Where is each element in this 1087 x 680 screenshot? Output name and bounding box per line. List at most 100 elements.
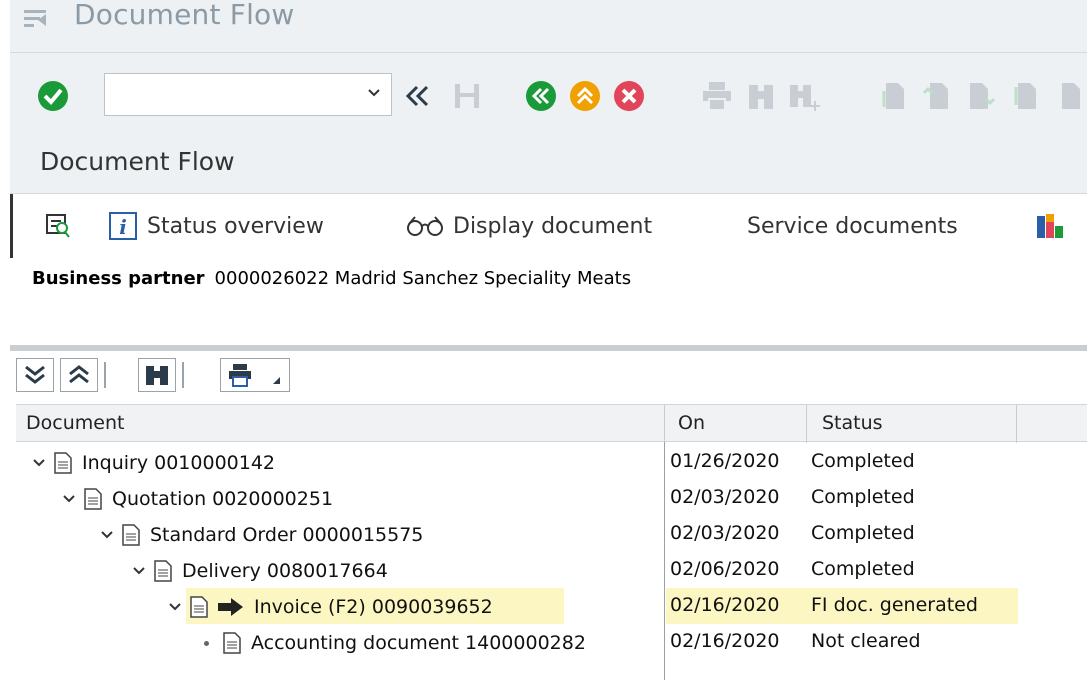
cancel-button[interactable] <box>612 79 646 113</box>
business-partner-label: Business partner <box>32 268 205 289</box>
document-date: 01/26/2020 <box>670 450 780 472</box>
chevron-down-icon[interactable] <box>367 86 381 100</box>
arrow-right-icon <box>218 598 243 616</box>
document-label: Inquiry 0010000142 <box>82 452 276 474</box>
tree-row-selected[interactable]: Invoice (F2) 0090039652 02/16/2020 FI do… <box>16 588 1087 624</box>
document-status: FI doc. generated <box>811 594 978 616</box>
tree-header: Document On Status <box>16 404 1087 443</box>
column-header-on[interactable]: On <box>678 412 705 434</box>
previous-page-icon <box>922 83 948 109</box>
next-page-icon <box>970 83 996 109</box>
checkmark-icon <box>38 81 68 111</box>
business-partner-value: 0000026022 Madrid Sanchez Speciality Mea… <box>214 268 632 289</box>
svg-text:i: i <box>119 215 127 239</box>
expand-all-button[interactable] <box>16 358 54 392</box>
column-separator[interactable] <box>664 405 665 443</box>
document-status: Completed <box>811 450 915 472</box>
leaf-bullet-icon <box>204 640 209 646</box>
bar-chart-icon <box>1037 214 1063 238</box>
tree-find-button[interactable] <box>138 358 176 392</box>
document-icon <box>54 452 72 474</box>
tree-row[interactable]: Quotation 0020000251 02/03/2020 Complete… <box>16 480 1087 516</box>
document-date: 02/16/2020 <box>670 594 780 616</box>
document-date: 02/16/2020 <box>670 630 780 652</box>
menu-icon[interactable] <box>24 8 46 28</box>
display-document-label: Display document <box>453 213 653 239</box>
chevron-down-icon[interactable] <box>100 528 114 542</box>
collapse-toolbar-button[interactable] <box>400 79 434 113</box>
binoculars-icon <box>146 366 168 385</box>
back-button[interactable] <box>524 79 558 113</box>
save-button[interactable] <box>450 79 484 113</box>
tree-row[interactable]: Delivery 0080017664 02/06/2020 Completed <box>16 552 1087 588</box>
document-icon <box>223 632 241 654</box>
previous-page-button[interactable] <box>920 79 954 113</box>
document-status: Completed <box>811 522 915 544</box>
display-list-button[interactable] <box>45 210 71 242</box>
column-header-status[interactable]: Status <box>822 412 883 434</box>
find-next-button[interactable] <box>786 79 820 113</box>
tree-row[interactable]: Inquiry 0010000142 01/26/2020 Completed <box>16 444 1087 480</box>
enter-button[interactable] <box>36 79 70 113</box>
splitter[interactable] <box>10 345 1087 351</box>
double-chevron-left-icon <box>405 85 429 107</box>
column-header-document[interactable]: Document <box>26 412 124 434</box>
more-page-button[interactable] <box>1052 79 1086 113</box>
print-icon <box>229 364 251 387</box>
title-bar: Document Flow <box>10 0 1087 53</box>
chart-button[interactable] <box>1035 210 1065 242</box>
chevron-down-icon[interactable] <box>168 600 182 614</box>
business-partner-line: Business partner 0000026022 Madrid Sanche… <box>32 268 631 289</box>
column-separator[interactable] <box>806 405 807 443</box>
service-documents-button[interactable]: Service documents <box>747 210 958 242</box>
exit-icon <box>570 81 600 111</box>
status-overview-button[interactable]: i Status overview <box>109 210 324 242</box>
document-status: Completed <box>811 486 915 508</box>
status-overview-label: Status overview <box>147 213 324 239</box>
next-page-button[interactable] <box>964 79 998 113</box>
document-date: 02/03/2020 <box>670 522 780 544</box>
document-date: 02/03/2020 <box>670 486 780 508</box>
exit-button[interactable] <box>568 79 602 113</box>
tree-toolbar <box>16 356 416 396</box>
find-button[interactable] <box>744 79 778 113</box>
document-status: Not cleared <box>811 630 921 652</box>
last-page-button[interactable] <box>1008 79 1042 113</box>
first-page-button[interactable] <box>876 79 910 113</box>
column-separator[interactable] <box>1016 405 1017 443</box>
document-label: Delivery 0080017664 <box>182 560 388 582</box>
document-icon <box>190 596 208 618</box>
binoculars-icon <box>749 85 773 109</box>
command-field[interactable] <box>104 73 392 116</box>
application-toolbar: i Status overview Display document Servi… <box>10 194 1087 258</box>
document-icon <box>122 524 140 546</box>
save-icon <box>455 84 479 108</box>
service-documents-label: Service documents <box>747 213 958 239</box>
app-title-bar: Document Flow <box>10 133 1087 194</box>
document-label: Accounting document 1400000282 <box>251 632 586 654</box>
chevron-down-icon[interactable] <box>62 492 76 506</box>
collapse-all-button[interactable] <box>60 358 98 392</box>
command-input[interactable] <box>105 74 355 116</box>
tree-print-button[interactable] <box>220 358 290 392</box>
main-toolbar <box>10 53 1087 133</box>
chevron-down-icon[interactable] <box>132 564 146 578</box>
document-label: Standard Order 0000015575 <box>150 524 424 546</box>
binoculars-plus-icon <box>790 85 820 111</box>
window-edge <box>0 0 10 680</box>
info-icon: i <box>109 212 137 240</box>
double-chevron-up-icon <box>69 365 89 384</box>
document-status: Completed <box>811 558 915 580</box>
print-button[interactable] <box>700 79 734 113</box>
last-page-icon <box>1014 83 1036 109</box>
chevron-down-icon[interactable] <box>32 456 46 470</box>
tree-row[interactable]: Accounting document 1400000282 02/16/202… <box>16 624 1087 660</box>
toolbar-separator <box>182 362 184 388</box>
document-label: Quotation 0020000251 <box>112 488 334 510</box>
double-chevron-down-icon <box>25 365 45 384</box>
cancel-icon <box>614 81 644 111</box>
tree-row[interactable]: Standard Order 0000015575 02/03/2020 Com… <box>16 516 1087 552</box>
display-document-button[interactable]: Display document <box>405 210 652 242</box>
dropdown-triangle-icon <box>273 377 280 384</box>
app-title: Document Flow <box>40 147 235 176</box>
